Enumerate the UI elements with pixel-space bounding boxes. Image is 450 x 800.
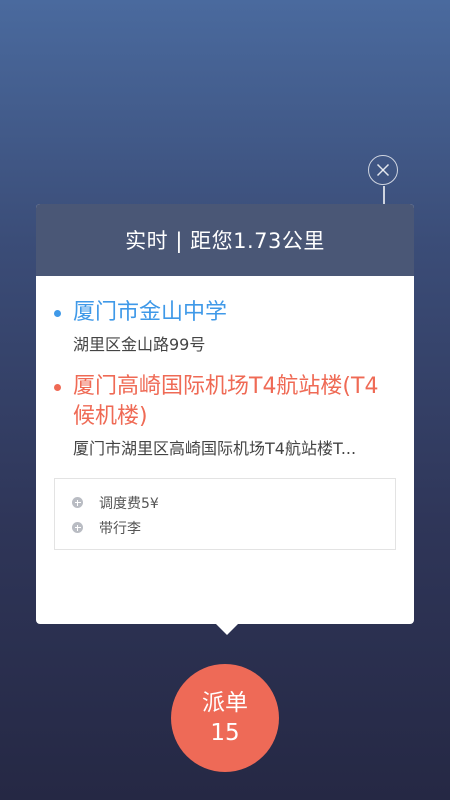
pickup-name: 厦门市金山中学 xyxy=(73,300,228,325)
dispatch-count: 15 xyxy=(210,720,240,746)
dropoff-location: 厦门高崎国际机场T4航站楼(T4候机楼) 厦门市湖里区高崎国际机场T4航站楼T.… xyxy=(36,372,414,460)
pickup-address: 湖里区金山路99号 xyxy=(73,335,206,354)
dispatch-button[interactable]: 派单 15 xyxy=(171,664,279,772)
dispatch-label: 派单 xyxy=(202,690,248,716)
dropoff-address: 厦门市湖里区高崎国际机场T4航站楼T... xyxy=(73,439,357,458)
order-extras: 调度费5¥ 带行李 xyxy=(54,478,396,550)
close-button[interactable] xyxy=(368,155,398,185)
extra-label: 调度费5¥ xyxy=(99,495,159,512)
pickup-location: 厦门市金山中学 湖里区金山路99号 xyxy=(36,298,414,356)
order-card[interactable]: 实时 | 距您1.73公里 厦门市金山中学 湖里区金山路99号 厦门高崎国际机场… xyxy=(36,204,414,635)
order-title: 实时 | 距您1.73公里 xyxy=(125,229,325,253)
dropoff-dot-icon xyxy=(54,384,61,391)
dropoff-name: 厦门高崎国际机场T4航站楼(T4候机楼) xyxy=(73,374,379,429)
close-icon xyxy=(376,163,390,177)
order-header: 实时 | 距您1.73公里 xyxy=(36,204,414,276)
card-pointer xyxy=(216,624,238,635)
pickup-dot-icon xyxy=(54,310,61,317)
extra-luggage: 带行李 xyxy=(55,515,395,540)
extra-dispatch-fee: 调度费5¥ xyxy=(55,490,395,515)
close-connector-line xyxy=(383,186,385,204)
plus-circle-icon xyxy=(72,497,83,508)
extra-label: 带行李 xyxy=(99,520,141,537)
plus-circle-icon xyxy=(72,522,83,533)
